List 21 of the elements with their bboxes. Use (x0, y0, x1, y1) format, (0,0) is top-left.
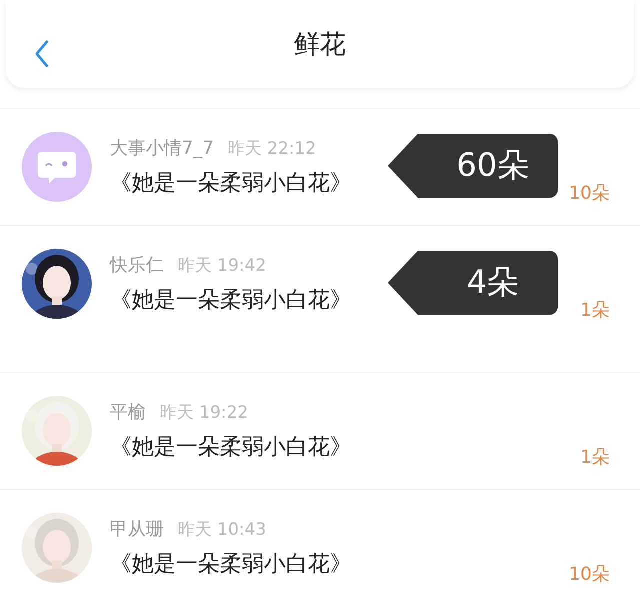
book-title: 《她是一朵柔弱小白花》 (110, 287, 353, 315)
timestamp: 昨天 19:22 (160, 402, 248, 424)
user-name: 快乐仁 (110, 254, 164, 277)
page-title: 鲜花 (294, 28, 346, 62)
book-title: 《她是一朵柔弱小白花》 (110, 434, 353, 462)
user-name: 甲从珊 (110, 518, 164, 541)
timestamp: 昨天 19:42 (178, 255, 266, 277)
flower-count: 1朵 (580, 446, 610, 469)
user-name: 大事小情7_7 (110, 137, 214, 160)
flower-count: 1朵 (580, 299, 610, 322)
back-icon[interactable] (34, 40, 50, 68)
flower-total-tooltip: 60朵 (388, 134, 558, 198)
timestamp: 昨天 10:43 (178, 519, 266, 541)
chat-bubble-avatar-icon (22, 132, 92, 202)
user-name: 平榆 (110, 401, 146, 424)
timestamp: 昨天 22:12 (228, 138, 316, 160)
flower-count: 10朵 (569, 182, 610, 205)
book-title: 《她是一朵柔弱小白花》 (110, 170, 353, 198)
flower-count: 10朵 (569, 563, 610, 586)
book-title: 《她是一朵柔弱小白花》 (110, 551, 353, 579)
flower-total-tooltip: 4朵 (388, 251, 558, 315)
